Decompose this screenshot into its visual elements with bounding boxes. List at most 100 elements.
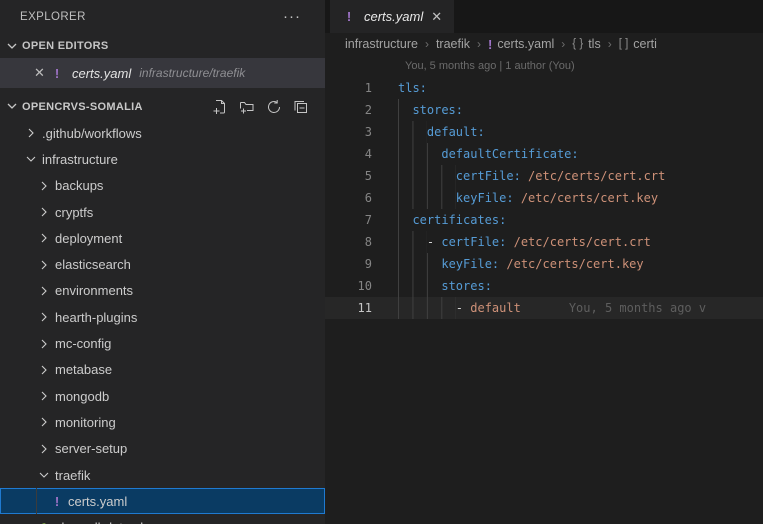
- chevron-right-icon: [36, 204, 52, 220]
- yaml-file-icon: !: [342, 9, 356, 24]
- tree-item-mc-config[interactable]: mc-config: [0, 330, 325, 356]
- refresh-icon[interactable]: [266, 99, 282, 115]
- tree-item-label: certs.yaml: [68, 494, 127, 509]
- tree-item-mongodb[interactable]: mongodb: [0, 383, 325, 409]
- indent-guides: [398, 275, 441, 297]
- breadcrumb-separator: ›: [561, 37, 565, 51]
- tree-item-label: infrastructure: [42, 152, 118, 167]
- code-token: /etc/certs/cert.key: [499, 257, 644, 271]
- indent-guides: [398, 187, 456, 209]
- collapse-all-icon[interactable]: [293, 99, 309, 115]
- explorer-title: EXPLORER: [20, 11, 86, 23]
- code-line-7[interactable]: 7certificates:: [325, 209, 763, 231]
- tree-item-elasticsearch[interactable]: elasticsearch: [0, 251, 325, 277]
- tree-item-cryptfs[interactable]: cryptfs: [0, 199, 325, 225]
- tree-item-hearth-plugins[interactable]: hearth-plugins: [0, 304, 325, 330]
- tree-item-label: server-setup: [55, 441, 127, 456]
- code-line-1[interactable]: 1 tls:: [325, 77, 763, 99]
- code-token: keyFile:: [441, 257, 499, 271]
- open-editors-label: OPEN EDITORS: [22, 40, 109, 52]
- code-line-4[interactable]: 4defaultCertificate:: [325, 143, 763, 165]
- breadcrumb-item-traefik[interactable]: traefik: [436, 37, 470, 51]
- breadcrumb-item-infrastructure[interactable]: infrastructure: [345, 37, 418, 51]
- more-actions-icon[interactable]: ···: [283, 13, 301, 21]
- code-token: certFile:: [441, 235, 506, 249]
- tree-item-label: backups: [55, 178, 103, 193]
- breadcrumb-item-certs-yaml[interactable]: certs.yaml: [497, 37, 554, 51]
- vscode-window: EXPLORER ··· OPEN EDITORS ✕ ! certs.yaml…: [0, 0, 763, 524]
- tree-item-label: hearth-plugins: [55, 310, 137, 325]
- code-line-10[interactable]: 10 stores:: [325, 275, 763, 297]
- code-line-2[interactable]: 2stores:: [325, 99, 763, 121]
- tree-item-backups[interactable]: backups: [0, 173, 325, 199]
- workspace-section-header[interactable]: OPENCRVS-SOMALIA: [0, 94, 325, 120]
- tab-close-icon[interactable]: ✕: [431, 9, 442, 25]
- tab-certs-yaml[interactable]: ! certs.yaml ✕: [330, 0, 454, 33]
- chevron-down-icon: [36, 467, 52, 483]
- tree-item-environments[interactable]: environments: [0, 278, 325, 304]
- breadcrumb-item-certi[interactable]: certi: [633, 37, 657, 51]
- tree-item-label: monitoring: [55, 415, 116, 430]
- new-file-icon[interactable]: [212, 99, 228, 115]
- indent-guides: [398, 121, 427, 143]
- yaml-file-icon: !: [488, 37, 492, 52]
- tree-item-certs-yaml[interactable]: !certs.yaml: [0, 488, 325, 514]
- tree-item-label: mongodb: [55, 389, 109, 404]
- tree-item-label: clear-all-data.sh: [55, 520, 148, 524]
- line-number: 1: [325, 81, 372, 95]
- tree-item-monitoring[interactable]: monitoring: [0, 409, 325, 435]
- tree-item-label: elasticsearch: [55, 257, 131, 272]
- code-line-9[interactable]: 9keyFile: /etc/certs/cert.key: [325, 253, 763, 275]
- open-editor-file-name: certs.yaml: [72, 66, 131, 81]
- open-editor-item-certs-yaml[interactable]: ✕ ! certs.yaml infrastructure/traefik: [0, 58, 325, 88]
- close-icon[interactable]: ✕: [34, 65, 50, 81]
- editor-group: ! certs.yaml ✕ infrastructure›traefik›!c…: [325, 0, 763, 524]
- tree-item-label: environments: [55, 283, 133, 298]
- chevron-right-icon: [36, 257, 52, 273]
- code-token: stores:: [441, 279, 492, 293]
- tree-item-metabase[interactable]: metabase: [0, 357, 325, 383]
- indent-guides: [398, 253, 441, 275]
- code-token: default:: [427, 125, 485, 139]
- git-authors-lens[interactable]: You, 5 months ago | 1 author (You): [325, 55, 763, 77]
- code-token: /etc/certs/cert.crt: [521, 169, 666, 183]
- indent-guides: [398, 143, 441, 165]
- tree-item-traefik[interactable]: traefik: [0, 462, 325, 488]
- code-line-5[interactable]: 5certFile: /etc/certs/cert.crt: [325, 165, 763, 187]
- symbol-icon: { }: [572, 38, 583, 50]
- code-line-11[interactable]: 11- defaultYou, 5 months ago v: [325, 297, 763, 319]
- line-number: 2: [325, 103, 372, 117]
- new-folder-icon[interactable]: [239, 99, 255, 115]
- code-token: defaultCertificate:: [441, 147, 578, 161]
- chevron-down-icon: [4, 98, 20, 117]
- tree-item-deployment[interactable]: deployment: [0, 225, 325, 251]
- tree-item-label: mc-config: [55, 336, 111, 351]
- tree-item-infrastructure[interactable]: infrastructure: [0, 146, 325, 172]
- yaml-file-icon: !: [49, 494, 65, 509]
- line-number: 7: [325, 213, 372, 227]
- chevron-right-icon: [36, 230, 52, 246]
- code-line-8[interactable]: 8- certFile: /etc/certs/cert.crt: [325, 231, 763, 253]
- indent-guides: [398, 297, 456, 319]
- line-number: 8: [325, 235, 372, 249]
- tab-bar: ! certs.yaml ✕: [325, 0, 763, 33]
- tree-item-github-workflows[interactable]: .github/workflows: [0, 120, 325, 146]
- explorer-sidebar: EXPLORER ··· OPEN EDITORS ✕ ! certs.yaml…: [0, 0, 325, 524]
- line-number: 3: [325, 125, 372, 139]
- breadcrumb-item-tls[interactable]: tls: [588, 37, 601, 51]
- tree-item-label: deployment: [55, 231, 122, 246]
- code-line-6[interactable]: 6keyFile: /etc/certs/cert.key: [325, 187, 763, 209]
- code-line-3[interactable]: 3 default:: [325, 121, 763, 143]
- code-token: /etc/certs/cert.key: [514, 191, 659, 205]
- line-number: 10: [325, 279, 372, 293]
- code-token: tls:: [398, 81, 427, 95]
- tree-item-clear-all-data-sh[interactable]: $clear-all-data.sh: [0, 514, 325, 524]
- chevron-right-icon: [36, 336, 52, 352]
- code-area[interactable]: 1tls:2stores:3default:4defaultCertificat…: [325, 77, 763, 524]
- open-editors-header[interactable]: OPEN EDITORS: [0, 34, 325, 58]
- breadcrumb: infrastructure›traefik›!certs.yaml›{ }tl…: [325, 33, 763, 55]
- tree-item-server-setup[interactable]: server-setup: [0, 436, 325, 462]
- chevron-right-icon: [36, 441, 52, 457]
- code-token: keyFile:: [456, 191, 514, 205]
- file-tree: .github/workflows infrastructure backups cr…: [0, 120, 325, 524]
